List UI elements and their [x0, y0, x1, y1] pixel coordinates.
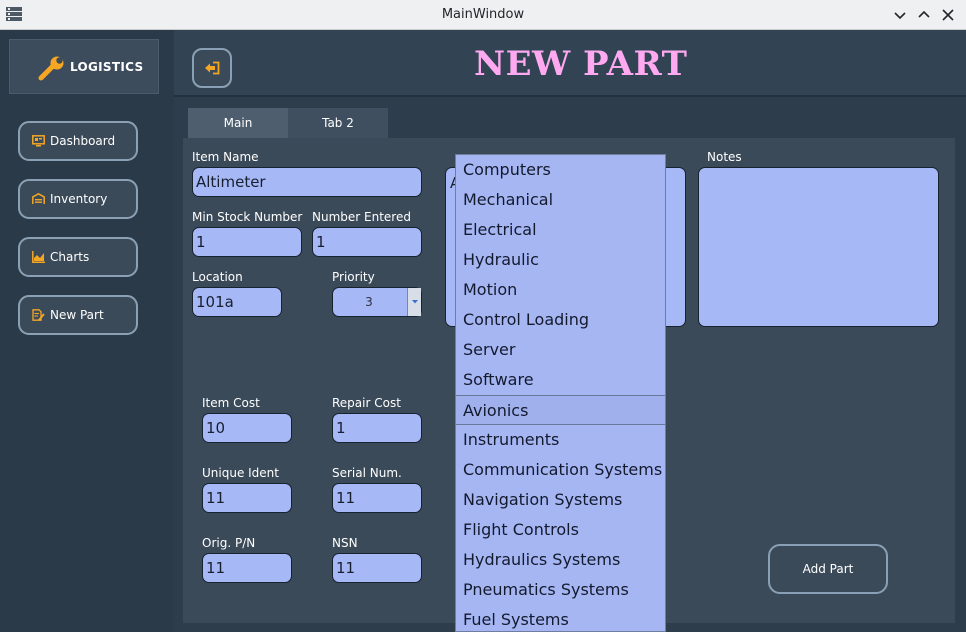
tab-2[interactable]: Tab 2 [288, 108, 388, 139]
wrench-icon [38, 56, 64, 81]
minimize-icon[interactable] [890, 5, 910, 25]
dropdown-option-selected[interactable]: Avionics [456, 395, 665, 425]
priority-value: 3 [365, 295, 373, 309]
unique-ident-input[interactable]: 11 [202, 483, 292, 513]
min-stock-label: Min Stock Number [192, 210, 303, 224]
item-cost-label: Item Cost [202, 396, 260, 410]
nsn-input[interactable]: 11 [332, 553, 422, 583]
window-title: MainWindow [441, 7, 525, 22]
unique-ident-label: Unique Ident [202, 466, 279, 480]
priority-label: Priority [332, 270, 375, 284]
priority-dropdown-button[interactable] [407, 288, 421, 316]
tab-main[interactable]: Main [188, 108, 288, 139]
dropdown-option[interactable]: Flight Controls [456, 515, 665, 545]
number-entered-label: Number Entered [312, 210, 411, 224]
serial-num-input[interactable]: 11 [332, 483, 422, 513]
close-icon[interactable] [938, 5, 958, 25]
sidebar-item-new-part[interactable]: New Part [18, 295, 138, 335]
dropdown-option[interactable]: Server [456, 335, 665, 365]
chart-icon [32, 251, 45, 263]
sidebar-item-label: New Part [50, 308, 104, 322]
maximize-icon[interactable] [914, 5, 934, 25]
repair-cost-input[interactable]: 1 [332, 413, 422, 443]
item-name-input[interactable]: Altimeter [192, 167, 422, 197]
dropdown-option[interactable]: Instruments [456, 425, 665, 455]
dashboard-icon [32, 135, 45, 147]
sidebar-item-charts[interactable]: Charts [18, 237, 138, 277]
dropdown-option[interactable]: Control Loading [456, 305, 665, 335]
notes-textarea[interactable] [698, 167, 939, 327]
orig-pn-input[interactable]: 11 [202, 553, 292, 583]
add-part-button[interactable]: Add Part [768, 544, 888, 594]
sign-out-icon [205, 61, 220, 75]
dropdown-option[interactable]: Electrical [456, 215, 665, 245]
page-title: NEW PART [474, 44, 688, 84]
sidebar-item-dashboard[interactable]: Dashboard [18, 121, 138, 161]
dropdown-option[interactable]: Navigation Systems [456, 485, 665, 515]
item-name-label: Item Name [192, 150, 259, 164]
dropdown-option[interactable]: Communication Systems [456, 455, 665, 485]
item-cost-input[interactable]: 10 [202, 413, 292, 443]
repair-cost-label: Repair Cost [332, 396, 401, 410]
dropdown-option[interactable]: Mechanical [456, 185, 665, 215]
location-input[interactable]: 101a [192, 287, 282, 317]
nsn-label: NSN [332, 536, 358, 550]
dropdown-option[interactable]: Pneumatics Systems [456, 575, 665, 605]
logo-text: LOGISTICS [70, 60, 144, 74]
dropdown-option[interactable]: Motion [456, 275, 665, 305]
location-label: Location [192, 270, 243, 284]
sidebar-item-label: Dashboard [50, 134, 116, 148]
serial-num-label: Serial Num. [332, 466, 402, 480]
number-entered-input[interactable]: 1 [312, 227, 422, 257]
priority-spinbox[interactable]: 3 [332, 287, 422, 317]
sidebar-item-label: Charts [50, 250, 90, 264]
notes-label: Notes [707, 150, 742, 164]
sidebar: LOGISTICS Dashboard Inventory Charts New… [0, 30, 174, 632]
dropdown-option[interactable]: Hydraulic [456, 245, 665, 275]
window-titlebar: MainWindow [0, 0, 966, 30]
edit-document-icon [32, 309, 45, 321]
dropdown-option[interactable]: Software [456, 365, 665, 395]
category-dropdown[interactable]: Computers Mechanical Electrical Hydrauli… [455, 154, 666, 632]
logo: LOGISTICS [9, 39, 159, 94]
sidebar-item-inventory[interactable]: Inventory [18, 179, 138, 219]
back-button[interactable] [192, 48, 232, 88]
dropdown-option[interactable]: Computers [456, 155, 665, 185]
dropdown-option[interactable]: Fuel Systems [456, 605, 665, 631]
chevron-down-icon [412, 300, 418, 304]
header: NEW PART [174, 30, 966, 97]
dropdown-option[interactable]: Hydraulics Systems [456, 545, 665, 575]
orig-pn-label: Orig. P/N [202, 536, 256, 550]
warehouse-icon [32, 193, 45, 204]
sidebar-item-label: Inventory [50, 192, 108, 206]
min-stock-input[interactable]: 1 [192, 227, 302, 257]
